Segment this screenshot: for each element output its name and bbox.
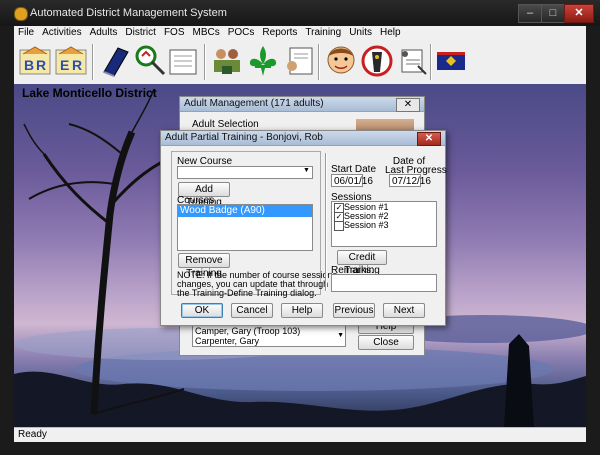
adult-management-close-button[interactable]: ✕: [396, 98, 420, 112]
adult-list[interactable]: Camper, Gary (Troop 103) Carpenter, Gary…: [192, 325, 346, 347]
training-note: NOTE: If the number of course sessions c…: [177, 271, 337, 298]
remarks-field[interactable]: [331, 274, 437, 292]
last-progress-field[interactable]: 07/12/16: [389, 174, 431, 187]
badge-br-icon[interactable]: B R: [18, 44, 52, 78]
notes-icon[interactable]: [396, 44, 430, 78]
new-course-select[interactable]: [177, 166, 313, 179]
menu-units[interactable]: Units: [345, 26, 376, 40]
menu-training[interactable]: Training: [301, 26, 345, 40]
adult-selection-label: Adult Selection: [192, 119, 259, 130]
status-bar: Ready: [14, 427, 586, 442]
adult-management-title-bar: Adult Management (171 adults): [180, 97, 424, 112]
menu-district[interactable]: District: [121, 26, 160, 40]
adult-close-button[interactable]: Close: [358, 335, 414, 350]
status-text: Ready: [18, 429, 47, 440]
svg-text:E: E: [60, 57, 69, 73]
desktop-area: Lake Monticello District Adult Managemen…: [14, 84, 586, 427]
credit-training-button[interactable]: Credit Training: [337, 250, 387, 276]
previous-button[interactable]: Previous: [333, 303, 375, 318]
svg-text:B: B: [24, 57, 34, 73]
list-item[interactable]: Carpenter, Gary: [193, 336, 345, 346]
toolbar-separator: [92, 44, 94, 80]
session-item[interactable]: ✓ Session #1: [332, 202, 436, 213]
window-title: Automated District Management System: [30, 7, 227, 19]
svg-text:R: R: [36, 57, 46, 73]
menu-help[interactable]: Help: [376, 26, 405, 40]
badge-er-icon[interactable]: E R: [54, 44, 88, 78]
remove-training-button[interactable]: Remove Training: [178, 253, 230, 279]
book-icon[interactable]: [98, 44, 132, 78]
partial-training-title: Adult Partial Training - Bonjovi, Rob: [165, 132, 323, 143]
menu-activities[interactable]: Activities: [38, 26, 85, 40]
minimize-button[interactable]: –: [518, 4, 542, 23]
menu-bar: File Activities Adults District FOS MBCs POCs R…: [14, 26, 586, 40]
list-item[interactable]: Camper, Gary (Troop 103): [193, 326, 345, 336]
toolbar-separator: [318, 44, 320, 80]
ok-button[interactable]: OK: [181, 303, 223, 318]
district-name: Lake Monticello District: [22, 86, 157, 100]
menu-reports[interactable]: Reports: [258, 26, 301, 40]
clipboard-icon[interactable]: [166, 44, 200, 78]
cancel-button[interactable]: Cancel: [231, 303, 273, 318]
partial-training-close-button[interactable]: ✕: [417, 132, 441, 146]
bowling-icon[interactable]: [360, 44, 394, 78]
session-item[interactable]: Session #3: [332, 220, 436, 231]
start-date-field[interactable]: 06/01/16: [331, 174, 373, 187]
menu-pocs[interactable]: POCs: [224, 26, 259, 40]
session-3-checkbox[interactable]: [334, 221, 344, 231]
dialog-separator: [325, 153, 327, 291]
courses-list[interactable]: Wood Badge (A90): [177, 204, 313, 251]
close-window-button[interactable]: ✕: [564, 4, 594, 23]
fleur-de-lis-icon[interactable]: [246, 44, 280, 78]
app-window: Automated District Management System – □…: [0, 0, 600, 455]
sessions-list: ✓ Session #1 ✓ Session #2 Session #3: [331, 201, 437, 247]
svg-text:R: R: [72, 57, 82, 73]
meeting-icon[interactable]: [210, 44, 244, 78]
next-button[interactable]: Next: [383, 303, 425, 318]
session-3-label: Session #3: [344, 220, 389, 230]
menu-adults[interactable]: Adults: [86, 26, 122, 40]
help-button[interactable]: Help: [281, 303, 323, 318]
flag-icon[interactable]: [434, 44, 468, 78]
adult-management-title: Adult Management: [184, 98, 268, 109]
list-item[interactable]: Wood Badge (A90): [178, 205, 312, 217]
last-progress-label: Date of Last Progress: [385, 157, 447, 176]
toolbar: B R E R: [14, 40, 586, 85]
maximize-button[interactable]: □: [541, 4, 565, 23]
person-face-icon[interactable]: [324, 44, 358, 78]
partial-training-dialog: Adult Partial Training - Bonjovi, Rob ✕ …: [160, 130, 447, 326]
document-icon[interactable]: [282, 44, 316, 78]
chevron-down-icon[interactable]: ▼: [303, 167, 310, 174]
toolbar-separator: [204, 44, 206, 80]
title-bar: Automated District Management System – □…: [0, 0, 600, 26]
menu-file[interactable]: File: [14, 26, 38, 40]
partial-training-title-bar: Adult Partial Training - Bonjovi, Rob: [161, 131, 445, 146]
scroll-down-icon[interactable]: ▼: [337, 332, 344, 339]
menu-fos[interactable]: FOS: [160, 26, 189, 40]
menu-mbcs[interactable]: MBCs: [189, 26, 224, 40]
note-line: the Training-Define Training dialog.: [177, 288, 317, 298]
session-item[interactable]: ✓ Session #2: [332, 211, 436, 222]
toolbar-separator: [430, 44, 432, 80]
adult-count: (171 adults): [270, 98, 324, 109]
magnifier-icon[interactable]: [134, 44, 168, 78]
app-icon: [14, 7, 28, 21]
